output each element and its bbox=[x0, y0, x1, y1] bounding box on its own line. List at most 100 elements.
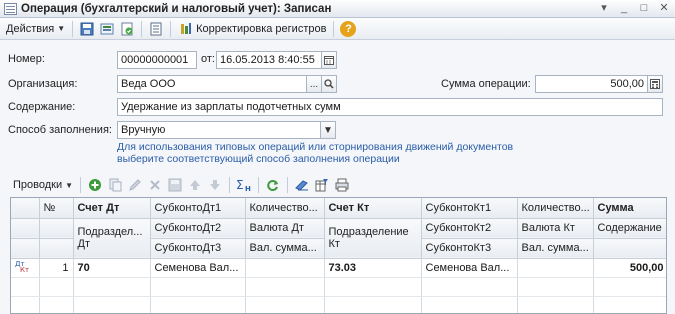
content-field[interactable]: Удержание из зарплаты подотчетных сумм bbox=[117, 98, 663, 116]
column-header[interactable]: Содержание bbox=[593, 218, 666, 239]
chevron-down-icon: ▼ bbox=[65, 180, 74, 190]
toolbar-separator bbox=[229, 177, 231, 193]
quantity-kt-cell[interactable] bbox=[517, 258, 594, 278]
copy-row-icon[interactable] bbox=[107, 177, 123, 193]
organization-field[interactable]: Веда ООО bbox=[117, 75, 307, 93]
quantity-dt-cell[interactable] bbox=[245, 258, 325, 278]
column-header[interactable]: Количество... bbox=[245, 198, 325, 219]
fill-method-select[interactable]: Вручную bbox=[117, 121, 321, 139]
close-icon[interactable]: ✕ bbox=[657, 2, 671, 15]
column-header[interactable]: Количество... bbox=[517, 198, 594, 219]
calendar-icon[interactable] bbox=[321, 51, 337, 69]
column-header[interactable]: Валюта Дт bbox=[245, 218, 325, 239]
column-header[interactable] bbox=[11, 238, 40, 259]
column-header[interactable]: № bbox=[39, 198, 74, 219]
toolbar-separator bbox=[333, 20, 335, 37]
hint-line-1: Для использования типовых операций или с… bbox=[117, 141, 514, 153]
maximize-icon[interactable]: □ bbox=[637, 2, 651, 15]
calculator-icon[interactable] bbox=[647, 75, 663, 93]
column-header[interactable]: Валюта Кт bbox=[517, 218, 594, 239]
account-kt-cell[interactable]: 73.03 bbox=[324, 258, 422, 278]
entries-table: № Счет Дт СубконтоДт1 Количество... Счет… bbox=[10, 197, 667, 314]
sum-cell[interactable]: 500,00 bbox=[593, 258, 666, 278]
actions-menu-button[interactable]: Действия ▼ bbox=[3, 20, 68, 38]
main-toolbar: Действия ▼ Корректировка регистров ? bbox=[0, 18, 675, 40]
print-icon[interactable] bbox=[334, 177, 350, 193]
end-edit-icon[interactable] bbox=[167, 177, 183, 193]
toolbar-separator bbox=[141, 20, 143, 37]
save-and-close-icon[interactable] bbox=[79, 21, 95, 37]
column-header[interactable]: Счет Кт bbox=[324, 198, 422, 219]
date-label: от: bbox=[201, 53, 215, 65]
table-row[interactable] bbox=[11, 277, 666, 297]
subconto-dt1-cell[interactable]: Семенова Вал... bbox=[150, 258, 246, 278]
window-menu-icon[interactable]: ▾ bbox=[597, 2, 611, 15]
fill-method-hint[interactable]: Для использования типовых операций или с… bbox=[117, 141, 513, 165]
column-header[interactable]: Сумма bbox=[593, 198, 666, 219]
column-header[interactable] bbox=[11, 198, 40, 219]
filter-table-icon[interactable] bbox=[314, 177, 330, 193]
fill-method-label: Способ заполнения: bbox=[8, 124, 112, 136]
actions-label: Действия bbox=[6, 22, 55, 35]
sum-label: Сумма операции: bbox=[441, 78, 531, 90]
table-row[interactable] bbox=[11, 296, 666, 313]
registers-correction-button[interactable]: Корректировка регистров bbox=[175, 20, 329, 38]
edit-row-icon[interactable] bbox=[127, 177, 143, 193]
move-up-icon[interactable] bbox=[187, 177, 203, 193]
post-document-icon[interactable] bbox=[119, 21, 135, 37]
registers-icon bbox=[178, 21, 194, 37]
column-header[interactable] bbox=[39, 218, 74, 239]
row-number[interactable]: 1 bbox=[39, 258, 74, 278]
number-field[interactable]: 00000000001 bbox=[117, 51, 197, 69]
add-row-icon[interactable] bbox=[87, 177, 103, 193]
column-header[interactable]: Подраздел... Дт bbox=[73, 218, 151, 259]
pick-icon[interactable] bbox=[294, 177, 310, 193]
column-header[interactable] bbox=[11, 218, 40, 239]
refresh-icon[interactable] bbox=[265, 177, 281, 193]
entries-menu-button[interactable]: Проводки ▼ bbox=[10, 176, 76, 194]
entries-toolbar: Проводки ▼ ΣH bbox=[10, 175, 352, 195]
svg-text:H: H bbox=[245, 185, 251, 192]
dt-kt-icon: Дт Кт bbox=[11, 258, 40, 278]
save-icon[interactable] bbox=[99, 21, 115, 37]
svg-text:Σ: Σ bbox=[236, 178, 244, 192]
column-header[interactable] bbox=[39, 238, 74, 259]
delete-row-icon[interactable] bbox=[147, 177, 163, 193]
toolbar-separator bbox=[287, 177, 289, 193]
window-title: Операция (бухгалтерский и налоговый учет… bbox=[21, 2, 332, 15]
subconto-kt1-cell[interactable]: Семенова Вал... bbox=[421, 258, 518, 278]
toolbar-separator bbox=[170, 20, 172, 37]
toolbar-separator bbox=[72, 20, 74, 37]
account-dt-cell[interactable]: 70 bbox=[73, 258, 151, 278]
dropdown-arrow-icon[interactable]: ▼ bbox=[320, 121, 336, 139]
sum-icon[interactable]: ΣH bbox=[236, 177, 252, 193]
column-header[interactable] bbox=[593, 238, 666, 259]
column-header[interactable]: Вал. сумма... bbox=[517, 238, 594, 259]
entries-label: Проводки bbox=[13, 179, 63, 191]
open-search-icon[interactable] bbox=[321, 75, 337, 93]
column-header[interactable]: СубконтоКт1 bbox=[421, 198, 518, 219]
date-field[interactable]: 16.05.2013 8:40:55 bbox=[216, 51, 322, 69]
column-header[interactable]: СубконтоКт2 bbox=[421, 218, 518, 239]
help-label: ? bbox=[345, 22, 352, 35]
column-header[interactable]: СубконтоДт3 bbox=[150, 238, 246, 259]
column-header[interactable]: Вал. сумма... bbox=[245, 238, 325, 259]
hint-line-2: выберите соответствующий способ заполнен… bbox=[117, 153, 400, 165]
document-list-icon[interactable] bbox=[148, 21, 164, 37]
svg-text:Кт: Кт bbox=[20, 266, 29, 273]
minimize-icon[interactable]: _ bbox=[617, 2, 631, 15]
column-header[interactable]: СубконтоДт2 bbox=[150, 218, 246, 239]
sum-field[interactable]: 500,00 bbox=[535, 75, 648, 93]
content-label: Содержание: bbox=[8, 101, 76, 113]
table-row[interactable]: Дт Кт 1 70 Семенова Вал... 73.03 Семенова… bbox=[11, 258, 666, 278]
column-header[interactable]: СубконтоДт1 bbox=[150, 198, 246, 219]
table-header-row: № Счет Дт СубконтоДт1 Количество... Счет… bbox=[11, 198, 666, 219]
column-header[interactable]: Подразделение Кт bbox=[324, 218, 422, 259]
select-ellipsis-button[interactable]: ... bbox=[306, 75, 322, 93]
move-down-icon[interactable] bbox=[207, 177, 223, 193]
column-header[interactable]: Счет Дт bbox=[73, 198, 151, 219]
column-header[interactable]: СубконтоКт3 bbox=[421, 238, 518, 259]
document-icon bbox=[4, 2, 17, 15]
help-icon[interactable]: ? bbox=[340, 20, 357, 37]
title-bar: Операция (бухгалтерский и налоговый учет… bbox=[0, 0, 675, 18]
